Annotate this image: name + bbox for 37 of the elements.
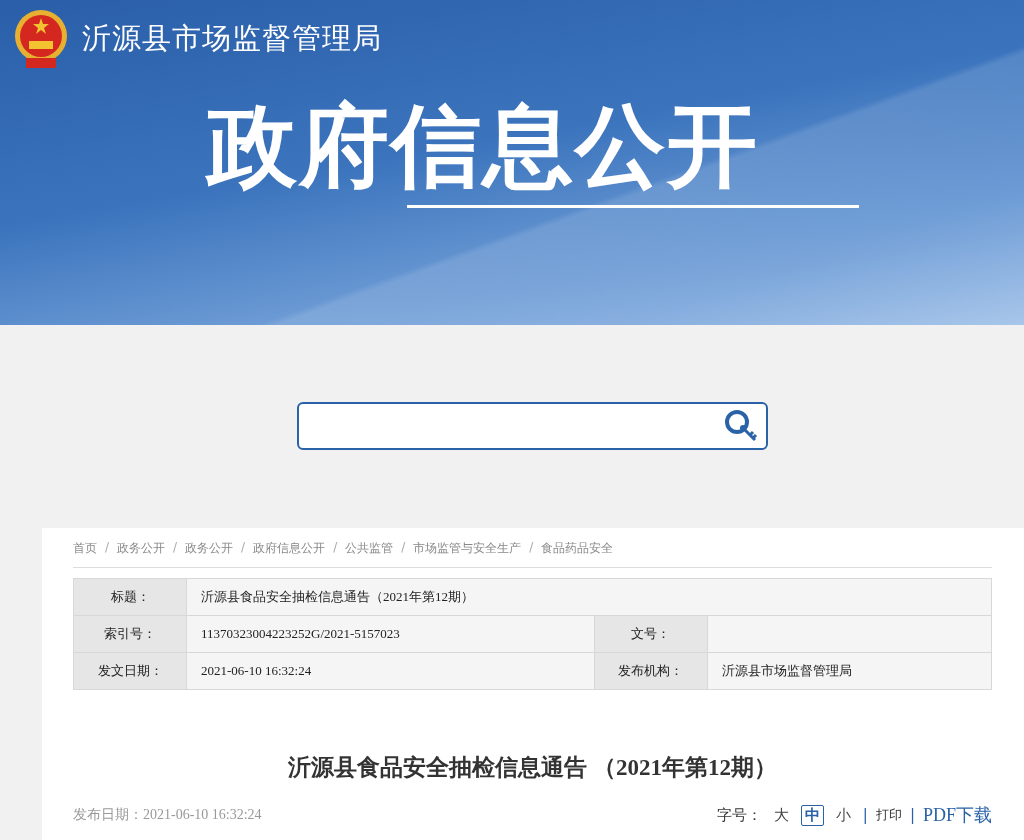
breadcrumb-separator: / bbox=[401, 540, 406, 556]
search-icon[interactable] bbox=[724, 409, 758, 443]
field-label: 标题： bbox=[73, 578, 187, 616]
separator: | bbox=[862, 806, 868, 824]
separator: | bbox=[909, 806, 915, 824]
field-label: 发文日期： bbox=[73, 652, 187, 690]
breadcrumb-link[interactable]: 政府信息公开 bbox=[253, 540, 326, 557]
field-value: 2021-06-10 16:32:24 bbox=[186, 652, 595, 690]
emblem-icon bbox=[12, 8, 70, 70]
site-name: 沂源县市场监督管理局 bbox=[82, 20, 382, 57]
field-label: 发布机构： bbox=[594, 652, 708, 690]
field-value: 沂源县食品安全抽检信息通告（2021年第12期） bbox=[186, 578, 992, 616]
breadcrumb-separator: / bbox=[105, 540, 110, 556]
font-size-option[interactable]: 小 bbox=[831, 804, 855, 826]
search-field[interactable] bbox=[297, 402, 768, 450]
breadcrumb-link[interactable]: 市场监管与安全生产 bbox=[413, 540, 522, 557]
breadcrumb-link[interactable]: 首页 bbox=[73, 540, 97, 557]
breadcrumb-separator: / bbox=[241, 540, 246, 556]
font-size-option[interactable]: 大 bbox=[769, 804, 793, 826]
font-size-option[interactable]: 中 bbox=[800, 804, 824, 826]
banner-title: 政府信息公开 bbox=[207, 96, 759, 195]
field-value: 沂源县市场监督管理局 bbox=[707, 652, 992, 690]
field-label: 文号： bbox=[594, 615, 708, 653]
breadcrumb-separator: / bbox=[173, 540, 178, 556]
breadcrumb-link[interactable]: 食品药品安全 bbox=[541, 540, 614, 557]
article-title: 沂源县食品安全抽检信息通告 （2021年第12期） bbox=[287, 754, 778, 782]
font-size-label: 字号： bbox=[716, 805, 762, 825]
breadcrumb-link[interactable]: 公共监管 bbox=[345, 540, 394, 557]
field-value: 11370323004223252G/2021-5157023 bbox=[186, 615, 595, 653]
breadcrumb-separator: / bbox=[333, 540, 338, 556]
breadcrumb-link[interactable]: 政务公开 bbox=[117, 540, 166, 557]
publish-date: 发布日期：2021-06-10 16:32:24 bbox=[73, 806, 262, 824]
pdf-download-link[interactable]: PDF下载 bbox=[922, 803, 992, 827]
print-link[interactable]: 打印 bbox=[875, 806, 902, 824]
breadcrumb-link[interactable]: 政务公开 bbox=[185, 540, 234, 557]
field-label: 索引号： bbox=[73, 615, 187, 653]
breadcrumb-separator: / bbox=[529, 540, 534, 556]
